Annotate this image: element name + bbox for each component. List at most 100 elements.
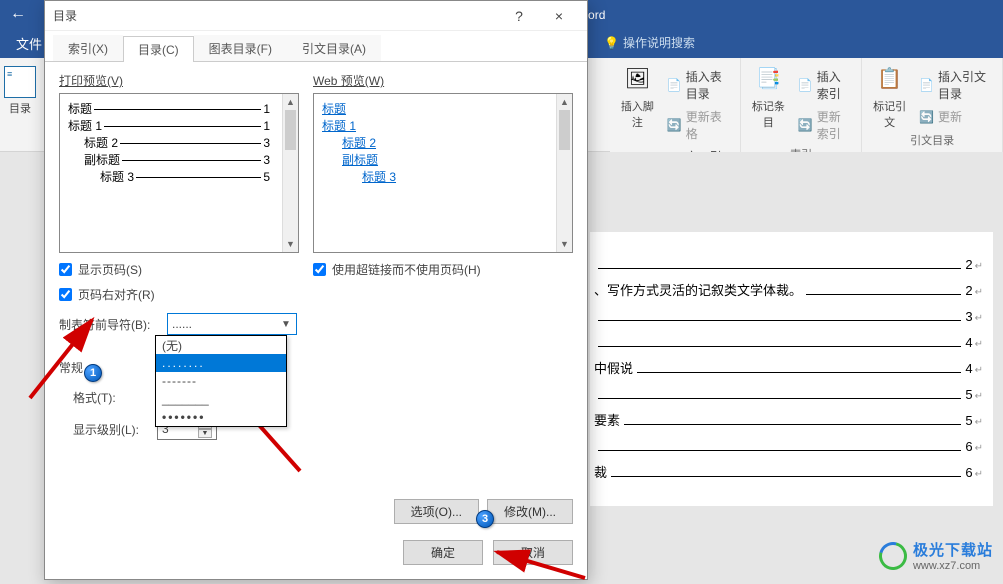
update-table-label: 更新表格 xyxy=(686,108,730,142)
tab-authorities[interactable]: 引文目录(A) xyxy=(287,35,381,61)
doc-leader xyxy=(637,360,961,373)
caption-btn-label: 插入脚注 xyxy=(618,98,657,130)
web-toc-link[interactable]: 副标题 xyxy=(342,153,378,167)
dropdown-item-dashes[interactable]: ------- xyxy=(156,372,286,390)
format-label: 格式(T): xyxy=(73,389,149,406)
scroll-thumb[interactable] xyxy=(559,110,570,150)
tab-index[interactable]: 索引(X) xyxy=(53,35,123,61)
mark-citation-button[interactable]: 📋 标记引文 xyxy=(870,62,909,130)
tell-me-search[interactable]: 💡 操作说明搜索 xyxy=(604,34,695,51)
insert-authorities-button[interactable]: 📄插入引文目录 xyxy=(917,66,994,104)
show-page-numbers-input[interactable] xyxy=(59,263,72,276)
doc-page-number: 2 xyxy=(965,278,972,304)
dropdown-item-dots[interactable]: ........ xyxy=(156,354,286,372)
doc-leader xyxy=(598,334,961,347)
update-index-button[interactable]: 🔄更新索引 xyxy=(796,106,853,144)
refresh-icon: 🔄 xyxy=(667,118,682,132)
document-toc-line: 中假说 4↵ xyxy=(594,356,983,382)
dialog-titlebar[interactable]: 目录 ? × xyxy=(45,1,587,31)
scroll-thumb[interactable] xyxy=(285,110,296,150)
scroll-down-icon[interactable]: ▼ xyxy=(557,236,572,252)
doc-page-number: 5 xyxy=(965,408,972,434)
paragraph-mark-icon: ↵ xyxy=(975,309,983,329)
ok-button[interactable]: 确定 xyxy=(403,540,483,565)
web-toc-line: 标题 1 xyxy=(322,117,564,134)
doc-text: 中假说 xyxy=(594,356,633,382)
doc-page-number: 4 xyxy=(965,356,972,382)
help-button[interactable]: ? xyxy=(499,2,539,30)
web-toc-link[interactable]: 标题 xyxy=(322,102,346,116)
print-toc-line: 标题1 xyxy=(68,100,290,117)
document-toc-line: 4↵ xyxy=(594,330,983,356)
web-preview-scrollbar[interactable]: ▲ ▼ xyxy=(556,94,572,252)
scroll-down-icon[interactable]: ▼ xyxy=(283,236,298,252)
dropdown-item-bold-dots[interactable]: ••••••• xyxy=(156,408,286,426)
update-table-button[interactable]: 🔄 更新表格 xyxy=(665,106,732,144)
use-hyperlinks-checkbox[interactable]: 使用超链接而不使用页码(H) xyxy=(313,261,573,278)
options-button[interactable]: 选项(O)... xyxy=(394,499,479,524)
update-authorities-button[interactable]: 🔄更新 xyxy=(917,106,994,127)
tab-toc[interactable]: 目录(C) xyxy=(123,36,194,62)
document-toc-line: 要素5↵ xyxy=(594,408,983,434)
doc-page-number: 4 xyxy=(965,330,972,356)
back-button[interactable]: ← xyxy=(0,0,36,28)
doc-page-number: 6 xyxy=(965,434,972,460)
right-align-input[interactable] xyxy=(59,288,72,301)
citation-icon: 📋 xyxy=(874,62,906,94)
update-index-label: 更新索引 xyxy=(817,108,851,142)
auth-icon: 📄 xyxy=(919,78,934,92)
toc-label: 目录 xyxy=(9,100,31,116)
doc-page-number: 2 xyxy=(965,252,972,278)
paragraph-mark-icon: ↵ xyxy=(975,439,983,459)
toc-leader xyxy=(94,109,261,110)
dialog-title: 目录 xyxy=(53,7,499,24)
doc-leader xyxy=(598,308,961,321)
scroll-up-icon[interactable]: ▲ xyxy=(557,94,572,110)
paragraph-mark-icon: ↵ xyxy=(975,361,983,381)
doc-text: 裁 xyxy=(594,460,607,486)
doc-page-number: 3 xyxy=(965,304,972,330)
scroll-up-icon[interactable]: ▲ xyxy=(283,94,298,110)
insert-table-toc-button[interactable]: 📄插入表目录 xyxy=(665,66,732,104)
mark-entry-button[interactable]: 📑 标记条目 xyxy=(749,62,788,144)
dropdown-item-underline[interactable]: _______ xyxy=(156,390,286,408)
print-toc-line: 副标题3 xyxy=(68,151,290,168)
toc-leader xyxy=(104,126,261,127)
chevron-down-icon: ▼ xyxy=(278,319,294,330)
dropdown-item-none[interactable]: (无) xyxy=(156,336,286,354)
use-hyperlinks-input[interactable] xyxy=(313,263,326,276)
toc-icon[interactable]: ≡ xyxy=(4,66,36,98)
print-toc-line: 标题 35 xyxy=(68,168,290,185)
doc-leader xyxy=(611,464,961,477)
toc-leader xyxy=(120,143,261,144)
caption-icon: 🖼 xyxy=(621,62,653,94)
close-button[interactable]: × xyxy=(539,2,579,30)
right-align-checkbox[interactable]: 页码右对齐(R) xyxy=(59,286,299,303)
web-toc-link[interactable]: 标题 3 xyxy=(362,170,396,184)
web-toc-link[interactable]: 标题 2 xyxy=(342,136,376,150)
document-toc-line: 5↵ xyxy=(594,382,983,408)
modify-button[interactable]: 修改(M)... xyxy=(487,499,573,524)
print-preview-scrollbar[interactable]: ▲ ▼ xyxy=(282,94,298,252)
insert-index-button[interactable]: 📄插入索引 xyxy=(796,66,853,104)
toc-page-number: 5 xyxy=(263,170,270,184)
web-toc-line: 标题 3 xyxy=(322,168,564,185)
document-toc-line: 3↵ xyxy=(594,304,983,330)
doc-page-number: 6 xyxy=(965,460,972,486)
right-align-label: 页码右对齐(R) xyxy=(78,286,155,303)
tab-figures[interactable]: 图表目录(F) xyxy=(194,35,287,61)
annotation-badge-3: 3 xyxy=(476,510,494,528)
toc-dialog: 目录 ? × 索引(X) 目录(C) 图表目录(F) 引文目录(A) 打印预览(… xyxy=(44,0,588,580)
toc-text: 标题 xyxy=(68,100,92,117)
web-preview-label: Web 预览(W) xyxy=(313,72,573,89)
refresh-icon: 🔄 xyxy=(919,110,934,124)
show-page-numbers-checkbox[interactable]: 显示页码(S) xyxy=(59,261,299,278)
tell-me-label: 操作说明搜索 xyxy=(623,34,695,51)
spinner-down-icon[interactable]: ▼ xyxy=(198,429,212,438)
web-toc-link[interactable]: 标题 1 xyxy=(322,119,356,133)
tab-leader-combobox[interactable]: ...... ▼ xyxy=(167,313,297,335)
doc-page-number: 5 xyxy=(965,382,972,408)
cancel-button[interactable]: 取消 xyxy=(493,540,573,565)
tab-leader-dropdown[interactable]: (无) ........ ------- _______ ••••••• xyxy=(155,335,287,427)
web-toc-line: 标题 2 xyxy=(322,134,564,151)
